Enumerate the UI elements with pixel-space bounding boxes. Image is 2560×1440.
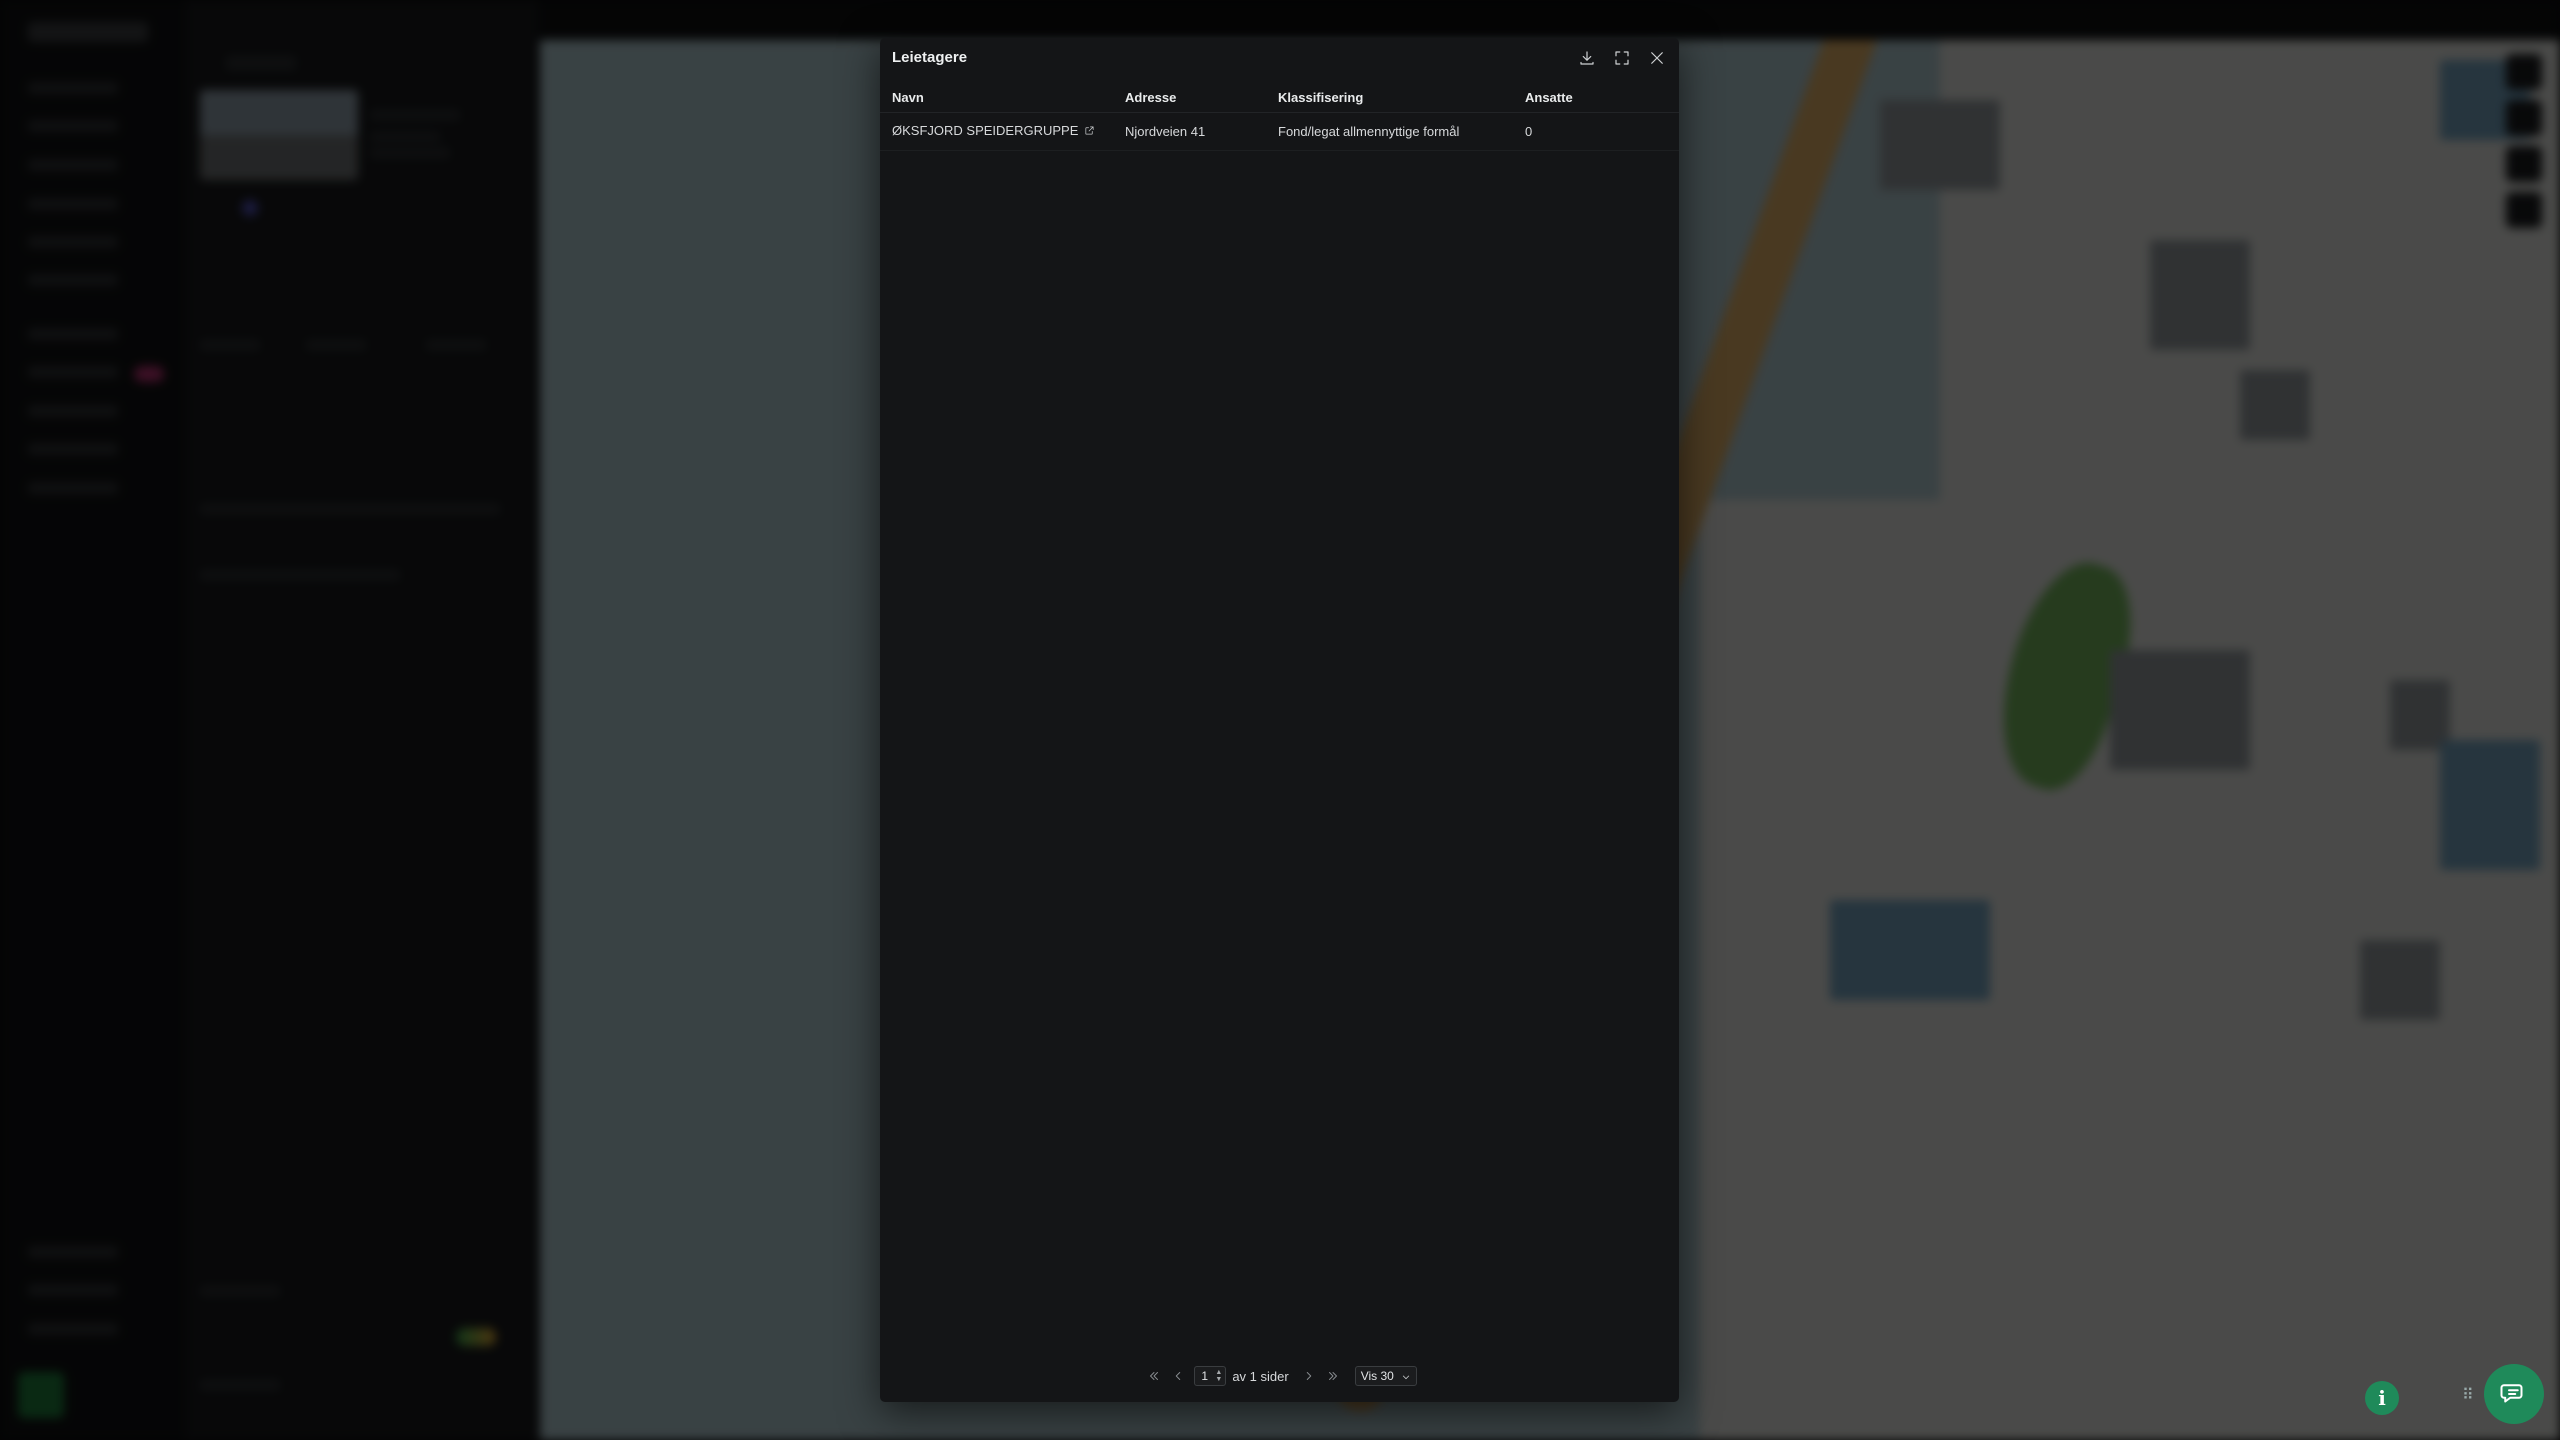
grid-icon: ⠿ xyxy=(2462,1387,2474,1404)
table-header-row: Navn Adresse Klassifisering Ansatte xyxy=(880,84,1679,113)
column-header-adresse[interactable]: Adresse xyxy=(1125,84,1278,113)
tenant-name-link[interactable]: ØKSFJORD SPEIDERGRUPPE xyxy=(892,123,1078,138)
column-header-ansatte[interactable]: Ansatte xyxy=(1525,84,1679,113)
first-page-button[interactable] xyxy=(1142,1365,1166,1387)
column-header-klassifisering[interactable]: Klassifisering xyxy=(1278,84,1525,113)
close-button[interactable] xyxy=(1646,47,1668,69)
pagination: 1 ▲ ▼ av 1 sider Vis 30 xyxy=(880,1364,1679,1388)
rows-per-page-value: Vis 30 xyxy=(1360,1369,1394,1383)
modal-header: Leietagere xyxy=(880,38,1679,78)
table-row[interactable]: ØKSFJORD SPEIDERGRUPPE Njordveien 41 Fon… xyxy=(880,112,1679,151)
tenants-table: Navn Adresse Klassifisering Ansatte ØKSF… xyxy=(880,84,1679,151)
double-chevron-right-icon xyxy=(1328,1372,1337,1380)
column-header-navn[interactable]: Navn xyxy=(880,84,1125,113)
next-page-button[interactable] xyxy=(1297,1365,1321,1387)
chevron-left-icon xyxy=(1176,1372,1181,1380)
download-icon xyxy=(1580,51,1594,65)
cell-ansatte: 0 xyxy=(1525,112,1679,151)
cell-adresse: Njordveien 41 xyxy=(1125,112,1278,151)
double-chevron-left-icon xyxy=(1150,1372,1159,1380)
chevron-down-icon xyxy=(1402,1375,1409,1380)
page-count-label: av 1 sider xyxy=(1232,1368,1289,1384)
cell-klassifisering: Fond/legat allmennyttige formål xyxy=(1278,112,1525,151)
stepper-icon[interactable]: ▲ ▼ xyxy=(1215,1369,1222,1383)
app-window: ⠿ i Leietagere Navn Adresse Klassifiseri… xyxy=(0,0,2560,1440)
chevron-right-icon xyxy=(1306,1372,1311,1380)
expand-icon xyxy=(1615,51,1629,65)
tenants-modal: Leietagere Navn Adresse Klassifisering A… xyxy=(880,38,1679,1402)
page-number-value: 1 xyxy=(1201,1369,1208,1383)
chat-button[interactable] xyxy=(2484,1364,2544,1424)
info-icon: i xyxy=(2378,1386,2386,1410)
close-icon xyxy=(1651,52,1663,64)
cell-navn: ØKSFJORD SPEIDERGRUPPE xyxy=(880,112,1125,151)
download-button[interactable] xyxy=(1576,47,1598,69)
last-page-button[interactable] xyxy=(1321,1365,1345,1387)
chat-icon xyxy=(2500,1384,2523,1403)
previous-page-button[interactable] xyxy=(1166,1365,1190,1387)
external-link-icon[interactable] xyxy=(1084,124,1095,139)
expand-button[interactable] xyxy=(1611,47,1633,69)
rows-per-page-select[interactable]: Vis 30 xyxy=(1354,1366,1417,1386)
page-number-input[interactable]: 1 ▲ ▼ xyxy=(1194,1366,1227,1386)
modal-title: Leietagere xyxy=(892,49,968,66)
info-button[interactable]: i xyxy=(2365,1381,2399,1415)
